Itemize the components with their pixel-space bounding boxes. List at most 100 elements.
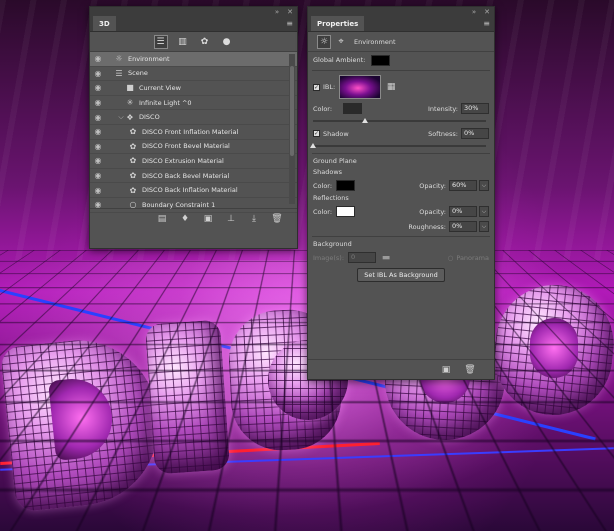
tab-properties[interactable]: Properties	[311, 16, 365, 31]
tree-row[interactable]: ◉ ✳ Infinite Light ^0	[90, 96, 297, 111]
tree-row[interactable]: ◉ ✿ DISCO Front Bevel Material	[90, 140, 297, 155]
intensity-slider-knob[interactable]	[361, 118, 368, 123]
ibl-texture-thumbnail[interactable]	[339, 75, 382, 99]
environment-mode-icon[interactable]: ☼	[317, 34, 331, 49]
panel-top-strip: » ✕	[90, 7, 297, 16]
ibl-row: ✓ IBL: ▦	[308, 73, 494, 101]
intensity-slider-wrap	[308, 116, 494, 126]
add-mesh-icon[interactable]: ▤	[156, 214, 168, 224]
visibility-eye-icon[interactable]: ◉	[90, 69, 106, 78]
reflections-color-swatch[interactable]	[336, 206, 356, 217]
ibl-checkbox[interactable]: ✓	[313, 83, 320, 91]
visibility-eye-icon[interactable]: ◉	[90, 186, 106, 195]
visibility-eye-icon[interactable]: ◉	[90, 54, 106, 63]
letter-i	[144, 319, 231, 475]
shadows-opacity-field[interactable]: 60%	[449, 180, 477, 191]
shadows-opacity-label: Opacity:	[419, 181, 446, 190]
material-icon: ✿	[129, 185, 137, 195]
tab-3d[interactable]: 3D	[93, 16, 116, 31]
panel-menu-icon[interactable]: ≡	[483, 19, 490, 28]
panorama-label: Panorama	[456, 253, 489, 262]
tree-row[interactable]: ◉ ☰ Scene	[90, 67, 297, 82]
global-ambient-swatch[interactable]	[371, 54, 391, 66]
material-filter-icon[interactable]: ✿	[198, 35, 212, 49]
material-icon: ✿	[129, 141, 137, 151]
tree-row[interactable]: ◉ ⌵ ❖ DISCO	[90, 110, 297, 125]
environment-icon: ☼	[115, 54, 123, 64]
close-icon[interactable]: ✕	[287, 8, 293, 16]
panel-menu-icon[interactable]: ≡	[286, 19, 293, 28]
reflections-opacity-dropdown-icon[interactable]: ⌵	[479, 206, 489, 217]
visibility-eye-icon[interactable]: ◉	[90, 113, 106, 122]
mesh-filter-icon[interactable]: ▥	[176, 35, 190, 49]
drop-to-plane-icon[interactable]: ⤓	[248, 214, 260, 224]
properties-tab-bar: Properties ≡	[308, 16, 494, 32]
visibility-eye-icon[interactable]: ◉	[90, 171, 106, 180]
tree-row[interactable]: ◉ ○ Boundary Constraint 1	[90, 198, 297, 213]
images-label: Image(s):	[313, 253, 345, 262]
softness-slider[interactable]	[310, 143, 486, 148]
shadow-label: Shadow	[323, 129, 349, 138]
visibility-eye-icon[interactable]: ◉	[90, 200, 106, 209]
tree-row-label: DISCO Front Bevel Material	[142, 142, 230, 151]
add-light-icon[interactable]: ♦	[179, 214, 191, 224]
reflections-opacity-label: Opacity:	[419, 207, 446, 216]
tree-row-label: Environment	[128, 54, 170, 63]
panel-top-strip: » ✕	[308, 7, 494, 16]
tree-row-label: DISCO Back Inflation Material	[142, 186, 238, 195]
tree-row[interactable]: ◉ ✿ DISCO Extrusion Material	[90, 154, 297, 169]
collapse-icon[interactable]: »	[472, 8, 476, 16]
ground-plane-heading: Ground Plane	[313, 157, 357, 165]
roughness-dropdown-icon[interactable]: ⌵	[479, 221, 489, 232]
roughness-label: Roughness:	[408, 222, 446, 231]
visibility-eye-icon[interactable]: ◉	[90, 127, 106, 136]
divider	[312, 70, 490, 71]
shadows-opacity-dropdown-icon[interactable]: ⌵	[479, 180, 489, 191]
visibility-eye-icon[interactable]: ◉	[90, 98, 106, 107]
tree-row-label: DISCO Extrusion Material	[142, 156, 224, 165]
panorama-radio-icon[interactable]: ○	[448, 254, 454, 262]
set-ibl-as-background-button[interactable]: Set IBL As Background	[357, 268, 445, 282]
tree-row[interactable]: ◉ ☼ Environment	[90, 52, 297, 67]
tree-row[interactable]: ◉ ✿ DISCO Back Inflation Material	[90, 183, 297, 198]
folder-icon[interactable]: ▬	[380, 253, 392, 263]
tree-row-label: Current View	[139, 83, 181, 92]
ibl-label: IBL:	[323, 83, 336, 91]
chevron-down-icon[interactable]: ⌵	[117, 113, 125, 122]
infinite-light-icon: ✳	[126, 98, 134, 108]
mesh-icon: ❖	[126, 112, 134, 122]
tree-scrollbar[interactable]	[289, 54, 295, 204]
collapse-icon[interactable]: »	[275, 8, 279, 16]
visibility-eye-icon[interactable]: ◉	[90, 156, 106, 165]
images-field[interactable]: 0	[348, 252, 377, 263]
move-to-ground-icon[interactable]: ⊥	[225, 214, 237, 224]
softness-field[interactable]: 0%	[461, 128, 489, 139]
reflections-opacity-field[interactable]: 0%	[449, 206, 477, 217]
render-icon[interactable]: ▣	[202, 214, 214, 224]
coordinates-mode-icon[interactable]: ⌖	[334, 35, 348, 49]
mode-title: Environment	[354, 37, 396, 46]
tree-row[interactable]: ◉ ■ Current View	[90, 81, 297, 96]
tree-row[interactable]: ◉ ✿ DISCO Front Inflation Material	[90, 125, 297, 140]
ibl-color-row: Color: Intensity: 30%	[308, 101, 494, 116]
delete-icon[interactable]: 🗑	[271, 214, 283, 224]
scroll-thumb[interactable]	[290, 66, 294, 156]
scene-filter-icon[interactable]: ☰	[153, 34, 168, 49]
3d-filter-toolbar: ☰ ▥ ✿ ●	[90, 32, 297, 52]
shadows-color-swatch[interactable]	[336, 180, 356, 191]
delete-icon[interactable]: 🗑	[464, 365, 476, 375]
render-icon[interactable]: ▣	[440, 365, 452, 375]
roughness-field[interactable]: 0%	[449, 221, 477, 232]
properties-bottom-bar: ▣ 🗑	[308, 359, 494, 379]
texture-menu-icon[interactable]: ▦	[385, 82, 397, 92]
softness-slider-knob[interactable]	[310, 143, 316, 148]
light-filter-icon[interactable]: ●	[220, 35, 234, 49]
close-icon[interactable]: ✕	[484, 8, 490, 16]
ibl-color-swatch[interactable]	[343, 103, 363, 114]
visibility-eye-icon[interactable]: ◉	[90, 142, 106, 151]
intensity-slider[interactable]	[313, 118, 486, 123]
intensity-field[interactable]: 30%	[461, 103, 489, 114]
visibility-eye-icon[interactable]: ◉	[90, 83, 106, 92]
shadow-checkbox[interactable]: ✓	[313, 130, 320, 137]
tree-row[interactable]: ◉ ✿ DISCO Back Bevel Material	[90, 169, 297, 184]
